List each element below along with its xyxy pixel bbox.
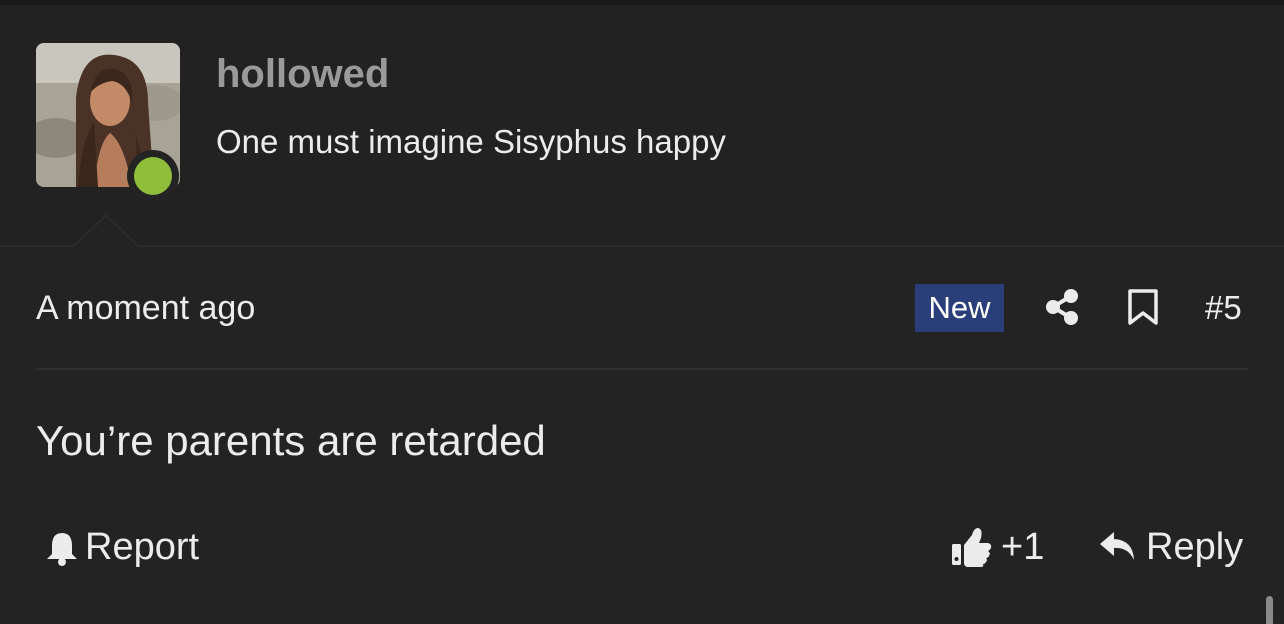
meta-divider xyxy=(36,368,1248,370)
post-card: hollowed One must imagine Sisyphus happy… xyxy=(0,0,1284,624)
post-body-text: You’re parents are retarded xyxy=(36,417,546,464)
header-divider xyxy=(0,245,1284,247)
online-status-indicator xyxy=(127,150,179,202)
post-number-link[interactable]: #5 xyxy=(1205,289,1242,327)
post-timestamp[interactable]: A moment ago xyxy=(36,289,255,328)
online-status-dot xyxy=(134,157,172,195)
bookmark-icon[interactable] xyxy=(1126,288,1160,326)
reply-icon xyxy=(1100,532,1134,560)
user-signature: One must imagine Sisyphus happy xyxy=(216,123,726,160)
report-label: Report xyxy=(85,526,200,568)
username-link[interactable]: hollowed xyxy=(216,52,389,97)
new-badge: New xyxy=(915,284,1004,332)
scrollbar-thumb[interactable] xyxy=(1266,596,1273,624)
reply-label: Reply xyxy=(1146,526,1244,568)
bell-icon xyxy=(47,533,77,566)
like-count: +1 xyxy=(1001,526,1045,568)
thumbs-up-icon xyxy=(952,528,992,567)
header-pointer-fill xyxy=(74,217,138,247)
share-icon[interactable] xyxy=(1044,288,1080,326)
